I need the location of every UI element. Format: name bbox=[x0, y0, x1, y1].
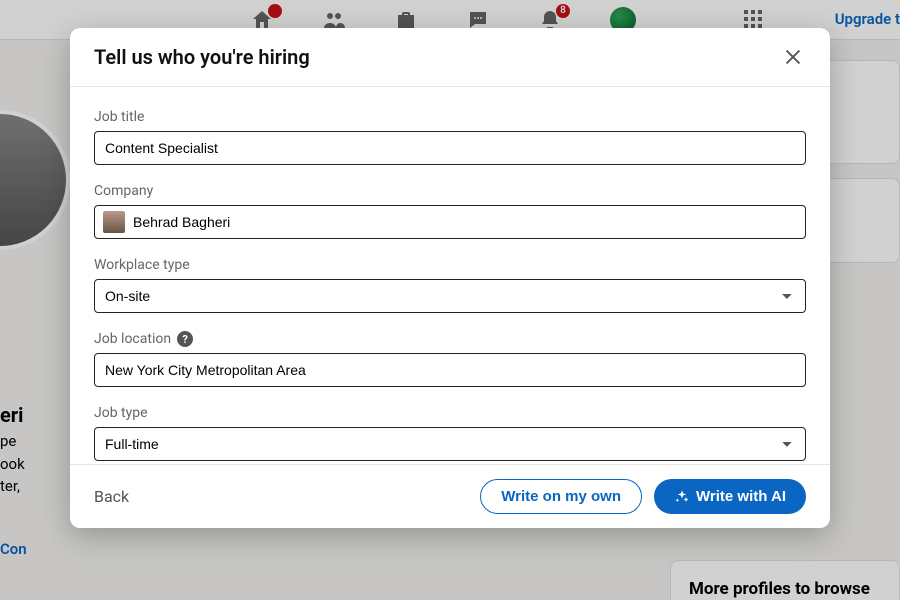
field-company: Company bbox=[94, 183, 806, 239]
label-company: Company bbox=[94, 183, 806, 199]
close-icon[interactable] bbox=[780, 44, 806, 70]
company-logo bbox=[103, 211, 125, 233]
label-workplace-type: Workplace type bbox=[94, 257, 806, 273]
write-on-my-own-button[interactable]: Write on my own bbox=[480, 479, 642, 514]
field-job-location: Job location ? bbox=[94, 331, 806, 387]
hiring-modal: Tell us who you're hiring Job title Comp… bbox=[70, 28, 830, 528]
field-job-type: Job type Full-time bbox=[94, 405, 806, 461]
field-workplace-type: Workplace type On-site bbox=[94, 257, 806, 313]
help-icon[interactable]: ? bbox=[177, 331, 193, 347]
label-job-title: Job title bbox=[94, 109, 806, 125]
job-location-input[interactable] bbox=[94, 353, 806, 387]
job-type-select[interactable]: Full-time bbox=[94, 427, 806, 461]
company-input-wrap[interactable] bbox=[94, 205, 806, 239]
back-button[interactable]: Back bbox=[94, 487, 129, 506]
field-job-title: Job title bbox=[94, 109, 806, 165]
job-title-input[interactable] bbox=[94, 131, 806, 165]
company-input[interactable] bbox=[133, 214, 797, 230]
sparkle-icon bbox=[674, 489, 690, 505]
modal-title: Tell us who you're hiring bbox=[94, 45, 310, 69]
modal-header: Tell us who you're hiring bbox=[70, 28, 830, 87]
label-job-location: Job location ? bbox=[94, 331, 806, 347]
modal-overlay: Tell us who you're hiring Job title Comp… bbox=[0, 0, 900, 600]
modal-footer: Back Write on my own Write with AI bbox=[70, 464, 830, 528]
write-with-ai-button[interactable]: Write with AI bbox=[654, 479, 806, 514]
workplace-type-select[interactable]: On-site bbox=[94, 279, 806, 313]
label-job-type: Job type bbox=[94, 405, 806, 421]
modal-body[interactable]: Job title Company Workplace type On-site… bbox=[70, 87, 830, 464]
